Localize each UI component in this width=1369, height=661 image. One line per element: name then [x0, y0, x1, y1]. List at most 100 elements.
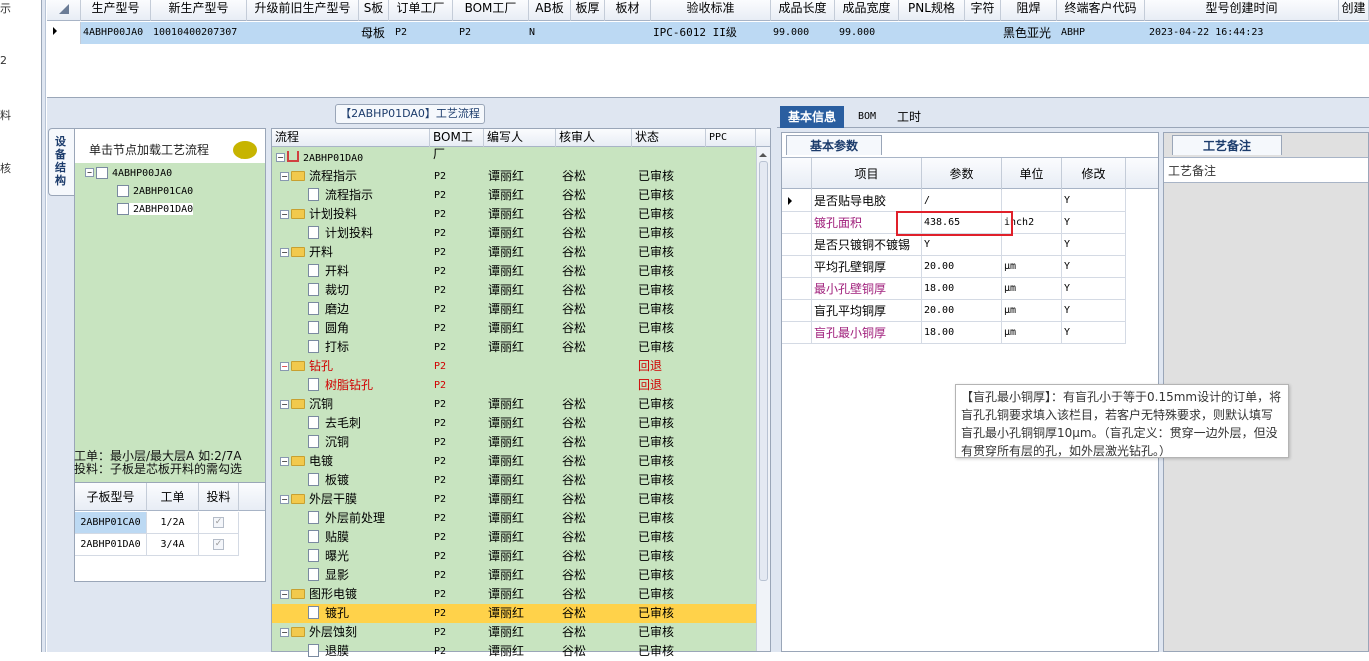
table-cell[interactable]: P2 [434, 376, 446, 395]
table-cell[interactable]: 谷松 [562, 243, 586, 262]
col-header[interactable]: 阻焊 [1001, 0, 1057, 21]
table-cell[interactable]: 回退 [638, 357, 662, 376]
table-cell[interactable]: P2 [434, 281, 446, 300]
table-cell[interactable]: 1/2A [147, 512, 199, 534]
table-cell[interactable]: 谷松 [562, 205, 586, 224]
col-header[interactable]: S板 [359, 0, 389, 21]
collapse-icon[interactable]: − [280, 400, 289, 409]
tree-node-selected[interactable]: 2ABHP01DA0 [117, 203, 194, 215]
table-cell[interactable]: 已审核 [638, 243, 674, 262]
table-cell[interactable]: P2 [434, 319, 446, 338]
table-cell[interactable]: 已审核 [638, 528, 674, 547]
col-header[interactable]: AB板 [529, 0, 571, 21]
table-cell[interactable]: 3/4A [147, 534, 199, 556]
feed-checkbox[interactable]: ✓ [199, 512, 239, 534]
table-cell[interactable]: 谷松 [562, 395, 586, 414]
col-header[interactable]: 参数 [922, 158, 1002, 190]
collapse-icon[interactable]: − [280, 362, 289, 371]
table-cell[interactable]: 黑色亚光 [1001, 22, 1057, 44]
table-cell[interactable]: 2023-04-22 16:44:23 [1147, 22, 1327, 44]
table-cell[interactable]: P2 [434, 300, 446, 319]
table-cell[interactable]: Y [1062, 256, 1126, 278]
table-cell[interactable]: 已审核 [638, 224, 674, 243]
table-cell[interactable]: 谭丽红 [488, 433, 524, 452]
tab-process-notes[interactable]: 工艺备注 [1172, 135, 1282, 155]
table-cell[interactable]: P2 [434, 433, 446, 452]
process-name[interactable]: 镀孔 [308, 604, 349, 623]
table-cell[interactable]: Y [1062, 322, 1126, 344]
table-cell[interactable]: 谷松 [562, 490, 586, 509]
table-cell[interactable]: P2 [434, 490, 446, 509]
process-name[interactable]: 计划投料 [308, 224, 373, 243]
table-cell[interactable]: Y [1062, 300, 1126, 322]
left-nav-item[interactable]: 料 [0, 107, 11, 123]
table-cell[interactable]: 已审核 [638, 509, 674, 528]
table-cell[interactable]: 谷松 [562, 414, 586, 433]
table-row[interactable]: 显影 P2 谭丽红 谷松 已审核 [272, 566, 756, 585]
col-header[interactable]: 新生产型号 [151, 0, 247, 21]
col-header[interactable]: 修改 [1062, 158, 1126, 190]
table-cell[interactable]: μm [1002, 322, 1062, 344]
table-cell[interactable]: 谭丽红 [488, 205, 524, 224]
table-row[interactable]: 是否只镀铜不镀锡 Y Y [782, 234, 1158, 256]
vertical-scrollbar[interactable] [756, 147, 770, 651]
table-cell[interactable]: 99.000 [837, 22, 901, 44]
table-cell[interactable]: 已审核 [638, 262, 674, 281]
table-cell[interactable]: 是否只镀铜不镀锡 [812, 234, 922, 256]
table-cell[interactable]: 已审核 [638, 338, 674, 357]
left-nav-item[interactable]: 核 [0, 160, 11, 176]
table-row[interactable]: − 钻孔 P2 回退 [272, 357, 756, 376]
table-row[interactable]: 外层前处理 P2 谭丽红 谷松 已审核 [272, 509, 756, 528]
table-row[interactable]: − 电镀 P2 谭丽红 谷松 已审核 [272, 452, 756, 471]
table-cell[interactable]: 99.000 [771, 22, 835, 44]
col-header[interactable]: 编写人 [484, 129, 556, 147]
table-cell[interactable]: P2 [434, 604, 446, 623]
left-splitter[interactable] [42, 0, 46, 652]
process-name[interactable]: 磨边 [308, 300, 349, 319]
tab-work-hours[interactable]: 工时 [889, 106, 929, 128]
param-value-field[interactable]: 18.00 [922, 322, 1002, 344]
col-header[interactable]: 板厚 [571, 0, 605, 21]
table-cell[interactable]: P2 [434, 566, 446, 585]
table-cell[interactable]: 谷松 [562, 186, 586, 205]
col-header[interactable]: 工单 [147, 483, 199, 511]
col-header[interactable]: 核审人 [556, 129, 632, 147]
process-name[interactable]: − 2ABHP01DA0 [276, 148, 363, 168]
table-cell[interactable]: 已审核 [638, 186, 674, 205]
table-cell[interactable]: 谭丽红 [488, 566, 524, 585]
table-cell[interactable]: 谭丽红 [488, 509, 524, 528]
table-row[interactable]: − 计划投料 P2 谭丽红 谷松 已审核 [272, 205, 756, 224]
process-name[interactable]: 贴膜 [308, 528, 349, 547]
col-header[interactable]: 流程 [272, 129, 430, 147]
table-row[interactable]: 4ABHP00JA0 10010400207307 母板 P2 P2 N IPC… [47, 22, 1369, 44]
col-header[interactable]: 生产型号 [81, 0, 151, 21]
process-name[interactable]: − 外层蚀刻 [280, 623, 357, 642]
process-name[interactable]: 开料 [308, 262, 349, 281]
process-name[interactable]: − 开料 [280, 243, 333, 262]
table-cell[interactable]: 回退 [638, 376, 662, 395]
process-name[interactable]: 打标 [308, 338, 349, 357]
table-cell[interactable]: 谷松 [562, 509, 586, 528]
table-cell[interactable]: 谭丽红 [488, 414, 524, 433]
process-name[interactable]: 圆角 [308, 319, 349, 338]
table-cell[interactable]: 谷松 [562, 604, 586, 623]
table-row[interactable]: − 开料 P2 谭丽红 谷松 已审核 [272, 243, 756, 262]
table-cell[interactable]: 谷松 [562, 623, 586, 642]
table-cell[interactable]: 谭丽红 [488, 243, 524, 262]
table-cell[interactable]: 谭丽红 [488, 547, 524, 566]
param-value-field[interactable]: 18.00 [922, 278, 1002, 300]
col-header[interactable]: 字符 [965, 0, 1001, 21]
process-name[interactable]: 流程指示 [308, 186, 373, 205]
table-cell[interactable]: 谷松 [562, 566, 586, 585]
table-cell[interactable]: 已审核 [638, 623, 674, 642]
table-cell[interactable]: 谭丽红 [488, 224, 524, 243]
table-cell[interactable]: N [527, 22, 567, 44]
table-cell[interactable]: P2 [434, 186, 446, 205]
table-cell[interactable]: Y [1062, 190, 1126, 212]
process-name[interactable]: − 电镀 [280, 452, 333, 471]
process-name[interactable]: 曝光 [308, 547, 349, 566]
table-cell[interactable]: 4ABHP00JA0 [81, 22, 151, 44]
table-cell[interactable]: 谭丽红 [488, 319, 524, 338]
table-cell[interactable]: 最小孔壁铜厚 [812, 278, 922, 300]
tab-bom[interactable]: BOM [850, 106, 884, 128]
